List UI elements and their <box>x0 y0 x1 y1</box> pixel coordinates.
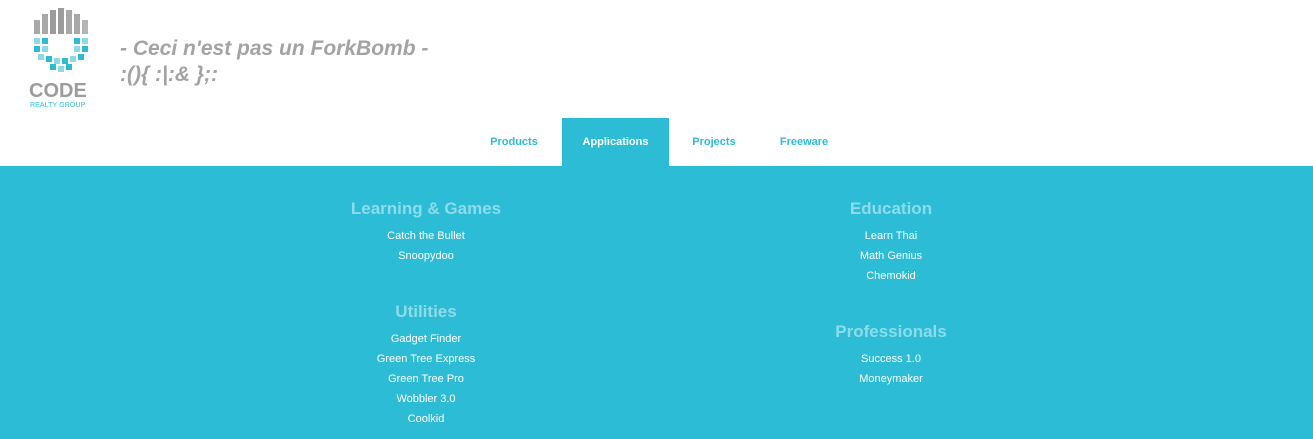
menu-group-title: Learning & Games <box>350 199 502 218</box>
menu-link-learn-thai[interactable]: Learn Thai <box>741 226 1041 246</box>
menu-link-green-tree-pro[interactable]: Green Tree Pro <box>276 369 576 389</box>
menu-group-learning-games: Learning & Games Catch the Bullet Snoopy… <box>276 198 576 266</box>
menu-group-utilities: Utilities Gadget Finder Green Tree Expre… <box>276 301 576 429</box>
menu-group-title: Professionals <box>835 322 947 341</box>
tagline-line-2: :(){ :|:& };: <box>120 63 219 86</box>
nav-item-products[interactable]: Products <box>474 118 554 166</box>
building-grid-logo-icon <box>34 8 88 72</box>
menu-link-math-genius[interactable]: Math Genius <box>741 246 1041 266</box>
menu-group-title: Utilities <box>395 302 457 321</box>
nav-item-freeware[interactable]: Freeware <box>764 118 844 166</box>
menu-link-coolkid[interactable]: Coolkid <box>276 409 576 429</box>
nav-item-applications[interactable]: Applications <box>562 118 669 166</box>
menu-link-catch-the-bullet[interactable]: Catch the Bullet <box>276 226 576 246</box>
site-header: CODE REALTY GROUP - Ceci n'est pas un Fo… <box>0 0 1313 118</box>
main-nav: Products Applications Projects Freeware <box>0 118 1313 166</box>
menu-link-chemokid[interactable]: Chemokid <box>741 266 1041 286</box>
logo-subtitle: REALTY GROUP <box>30 102 86 109</box>
menu-link-wobbler[interactable]: Wobbler 3.0 <box>276 389 576 409</box>
applications-dropdown-menu: Learning & Games Catch the Bullet Snoopy… <box>0 166 1313 439</box>
logo-wordmark: CODE <box>29 80 87 102</box>
menu-link-snoopydoo[interactable]: Snoopydoo <box>276 246 576 266</box>
nav-item-projects[interactable]: Projects <box>674 118 754 166</box>
menu-link-moneymaker[interactable]: Moneymaker <box>741 369 1041 389</box>
menu-link-gadget-finder[interactable]: Gadget Finder <box>276 329 576 349</box>
menu-link-success[interactable]: Success 1.0 <box>741 349 1041 369</box>
site-logo[interactable]: CODE REALTY GROUP <box>28 6 96 112</box>
menu-group-title: Education <box>849 199 933 218</box>
site-tagline: - Ceci n'est pas un ForkBomb - :(){ :|:&… <box>120 36 428 88</box>
menu-group-education: Education Learn Thai Math Genius Chemoki… <box>741 198 1041 286</box>
tagline-line-1: - Ceci n'est pas un ForkBomb - <box>120 37 429 60</box>
menu-group-professionals: Professionals Success 1.0 Moneymaker <box>741 321 1041 389</box>
menu-link-green-tree-express[interactable]: Green Tree Express <box>276 349 576 369</box>
